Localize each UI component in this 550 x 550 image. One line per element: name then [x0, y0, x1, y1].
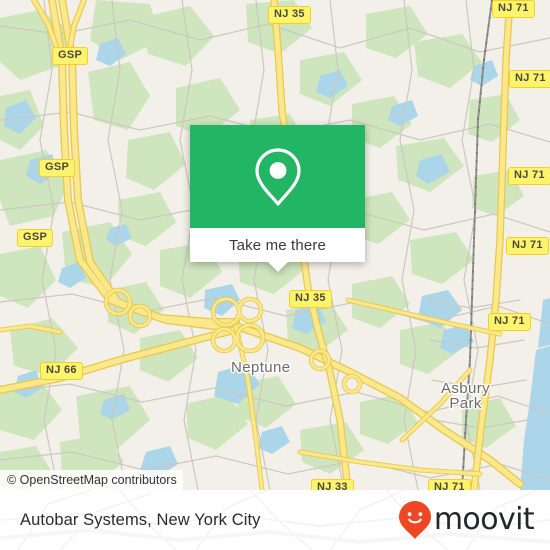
highway-shield: NJ 71 [488, 313, 531, 331]
popup-header [190, 125, 365, 228]
map-pin-icon [254, 147, 301, 206]
take-me-there-popup[interactable]: Take me there [190, 125, 365, 272]
highway-shield: GSP [17, 229, 54, 247]
highway-shield: GSP [52, 47, 89, 65]
moovit-pin-smiley-icon [398, 501, 431, 539]
map-canvas[interactable]: NJ 35 NJ 71 GSP NJ 71 GSP NJ 71 GSP NJ 71 NJ 35 N… [0, 0, 550, 490]
highway-shield: NJ 71 [506, 237, 549, 255]
place-label: Asbury Park [441, 380, 491, 412]
highway-shield: NJ 35 [268, 6, 311, 24]
moovit-map-screen: NJ 35 NJ 71 GSP NJ 71 GSP NJ 71 GSP NJ 71 NJ 35 N… [0, 0, 550, 550]
place-label: Neptune [231, 359, 291, 376]
highway-shield: GSP [39, 159, 76, 177]
place-title: Autobar Systems, New York City [20, 510, 261, 529]
highway-shield: NJ 71 [509, 70, 550, 88]
moovit-wordmark: moovit [433, 502, 535, 537]
highway-shield: NJ 33 [311, 479, 354, 490]
highway-shield: NJ 66 [40, 362, 83, 380]
map-attribution[interactable]: © OpenStreetMap contributors [0, 470, 183, 490]
take-me-there-label: Take me there [229, 236, 326, 254]
bottom-info-bar: Autobar Systems, New York City moovit [0, 490, 550, 550]
highway-shield: NJ 71 [428, 479, 471, 490]
highway-shield: NJ 71 [508, 167, 550, 185]
moovit-logo[interactable]: moovit [398, 490, 535, 550]
popup-pointer-tail [266, 261, 289, 272]
highway-shield: NJ 71 [492, 0, 535, 18]
popup-action-row[interactable]: Take me there [190, 228, 365, 262]
highway-shield: NJ 35 [289, 290, 332, 308]
